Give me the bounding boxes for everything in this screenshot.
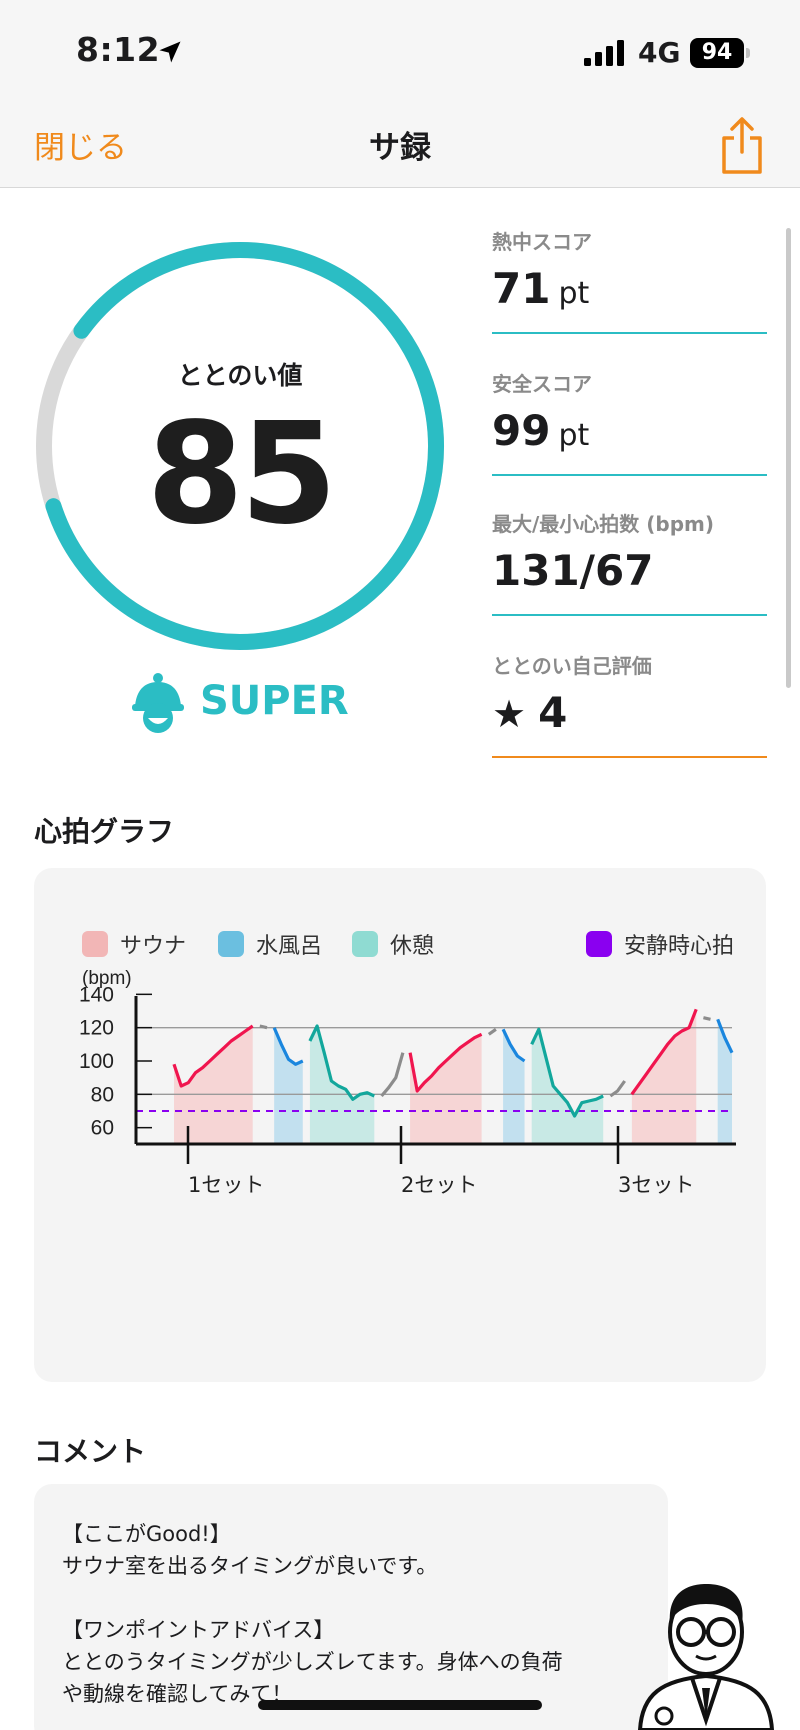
stat-value: 71 pt: [492, 264, 590, 313]
comment-line: サウナ室を出るタイミングが良いです。: [62, 1554, 438, 1578]
stat-divider: [492, 614, 767, 616]
y-tick-label: 60: [91, 1117, 114, 1140]
x-tick-label: 3セット: [618, 1173, 694, 1197]
phase-fill-rest: [309, 1026, 375, 1144]
y-tick-label: 120: [79, 1017, 114, 1040]
status-time: 8:12: [76, 30, 161, 69]
signal-icon: [584, 40, 624, 66]
heart-rate-graph-card: サウナ 水風呂 休憩 安静時心拍 (bpm) 140 120 100 80 60 1セット…: [34, 868, 766, 1382]
phase-fill-cold: [274, 1027, 303, 1144]
comment-section-title: コメント: [34, 1435, 147, 1468]
x-tick-label: 2セット: [401, 1173, 477, 1197]
stat-label: 熱中スコア: [492, 230, 592, 254]
stat-divider: [492, 474, 767, 476]
sauna-hat-mascot-icon: [132, 673, 184, 733]
network-type: 4G: [638, 36, 681, 69]
comment-card: 【ここがGood!】 サウナ室を出るタイミングが良いです。 【ワンポイントアドバ…: [34, 1484, 668, 1730]
stat-value: 99 pt: [492, 406, 590, 455]
stat-label: 安全スコア: [492, 372, 592, 396]
y-tick-label: 80: [91, 1083, 114, 1106]
heart-rate-chart: (bpm) 14012010080601セット 2セット 3セット: [79, 968, 736, 1197]
x-tick-label: 1セット: [188, 1173, 264, 1197]
stat-safety-score: 安全スコア 99 pt: [492, 368, 767, 480]
home-indicator[interactable]: [258, 1700, 542, 1710]
stat-heart-rate: 最大/最小心拍数 (bpm) 131/67: [492, 508, 767, 620]
hr-series-transition: [703, 1016, 711, 1021]
score-label: ととのい値: [177, 361, 303, 390]
comment-line: ととのうタイミングが少しズレてます。身体への負荷: [62, 1650, 563, 1674]
stat-label: ととのい自己評価: [492, 654, 652, 678]
stat-value: 131/67: [492, 546, 654, 595]
battery-nub: [746, 48, 750, 58]
stat-divider: [492, 332, 767, 334]
comment-line: 【ここがGood!】: [62, 1522, 231, 1546]
y-tick-label: 100: [79, 1050, 114, 1073]
y-tick-label: 140: [79, 983, 114, 1006]
stat-label: 最大/最小心拍数 (bpm): [492, 512, 715, 536]
phase-fill-cold: [503, 1029, 525, 1144]
star-icon: ★: [492, 692, 527, 736]
hr-series-transition: [259, 1024, 268, 1030]
nav-bar: サ録 閉じる: [0, 108, 800, 188]
stat-heat-score: 熱中スコア 71 pt: [492, 226, 767, 338]
share-icon[interactable]: [716, 116, 768, 176]
grade-label: SUPER: [200, 678, 349, 724]
hr-series-transition: [380, 1052, 405, 1098]
comment-line: 【ワンポイントアドバイス】: [62, 1618, 335, 1642]
close-button[interactable]: 閉じる: [34, 122, 127, 167]
score-value: 85: [146, 393, 338, 556]
doctor-icon: [637, 1584, 775, 1730]
scroll-indicator[interactable]: [786, 228, 791, 688]
graph-section-title: 心拍グラフ: [34, 815, 175, 848]
stat-value: ★ 4: [492, 688, 568, 737]
stat-self-rating: ととのい自己評価 ★ 4: [492, 650, 767, 762]
stat-divider: [492, 756, 767, 758]
status-bar: 8:12 4G 94: [0, 0, 800, 108]
hr-series-transition: [487, 1027, 497, 1036]
battery-level: 94: [690, 38, 744, 68]
location-arrow-icon: [159, 41, 181, 63]
